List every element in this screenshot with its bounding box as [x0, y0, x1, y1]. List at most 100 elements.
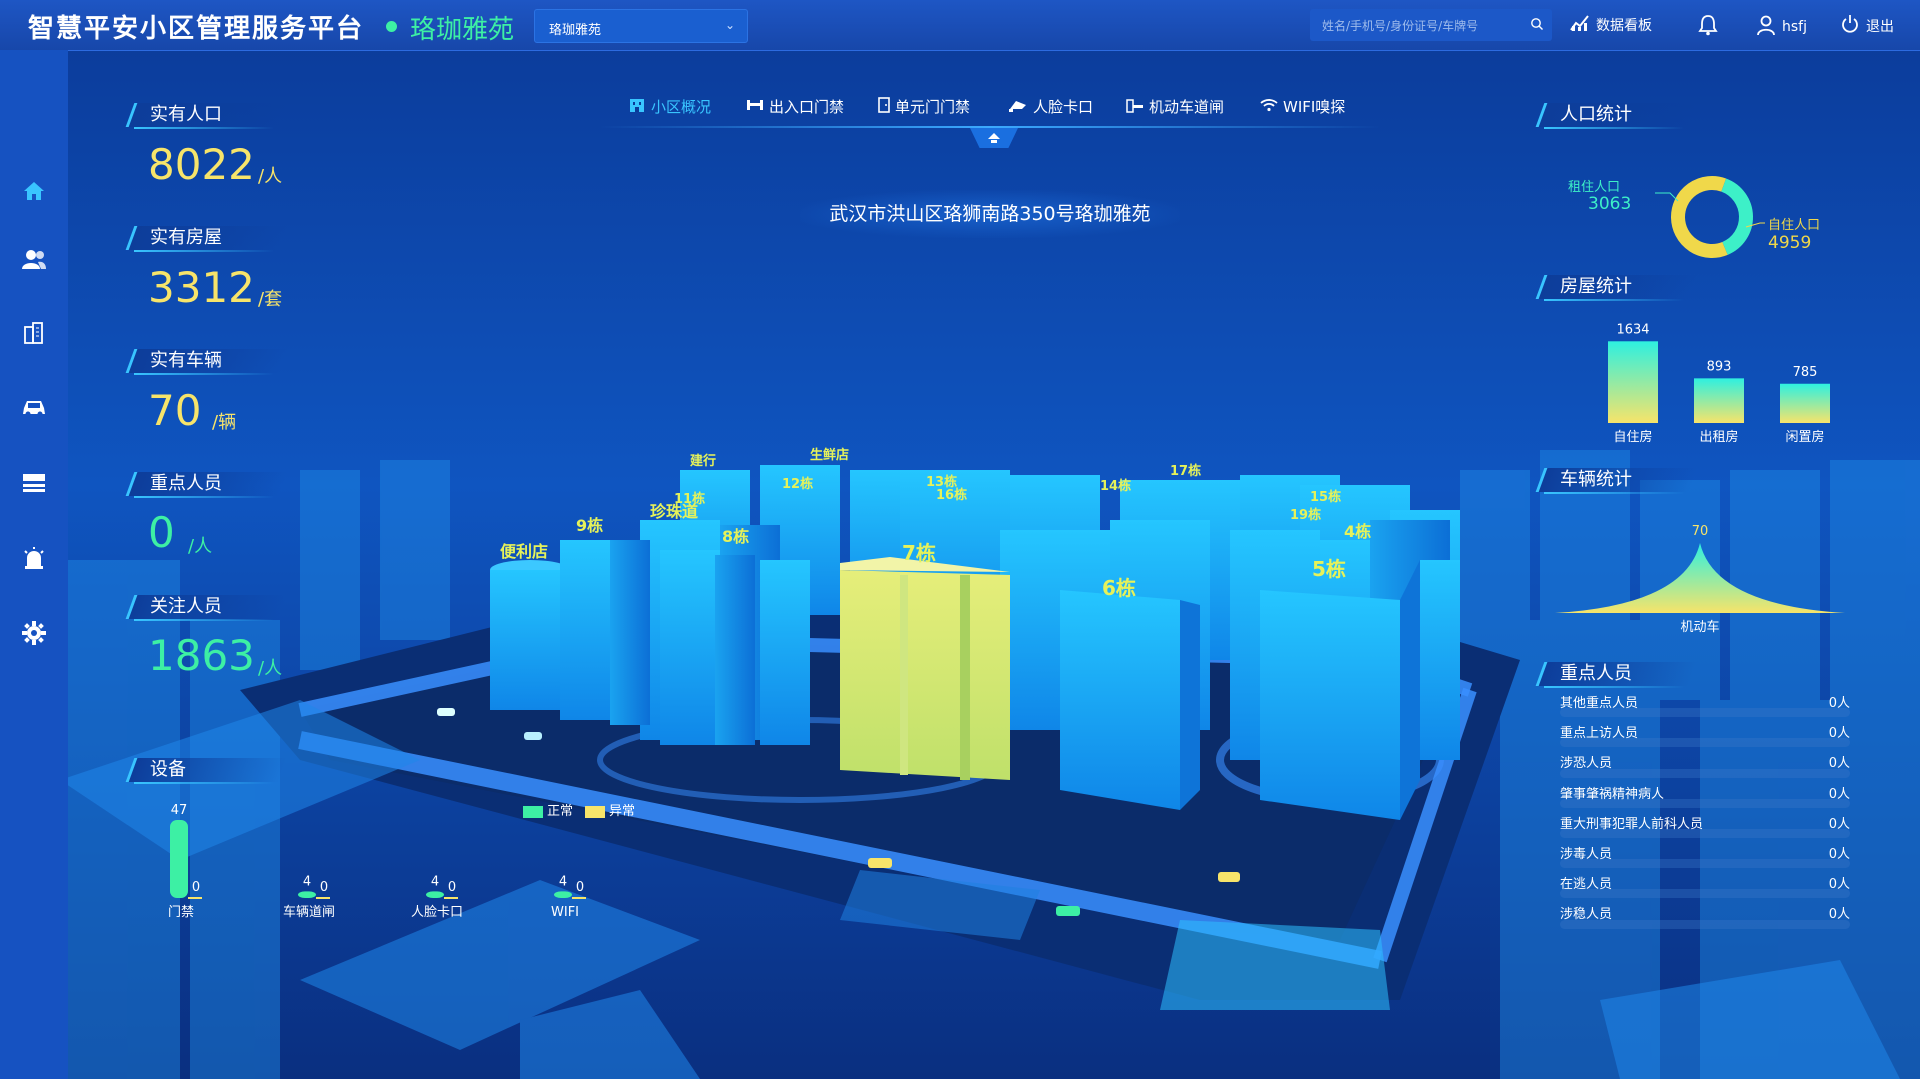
list-item[interactable]: 涉稳人员 0人 — [1554, 901, 1850, 931]
building-label[interactable]: 15栋 — [1310, 486, 1341, 505]
devices-title: 设备 — [130, 758, 274, 784]
device-bar-abnormal — [188, 897, 202, 899]
tab-wifi-sniff-label: WIFI嗅探 — [1283, 98, 1346, 116]
stat-value-population: 8022 — [148, 140, 255, 189]
list-item[interactable]: 涉恐人员 0人 — [1554, 750, 1850, 780]
tab-overview[interactable]: 小区概况 — [628, 96, 711, 117]
tab-face-checkpoint[interactable]: 人脸卡口 — [1008, 96, 1093, 117]
building-label[interactable]: 5栋 — [1312, 553, 1346, 582]
search-input[interactable] — [1320, 15, 1524, 37]
population-donut-chart: 租住人口3063 自住人口4959 — [1568, 176, 1820, 258]
device-normal-value: 4 — [431, 874, 439, 889]
list-icon — [22, 473, 46, 497]
user-menu[interactable]: hsfj — [1756, 14, 1807, 40]
device-abnormal-value: 0 — [448, 880, 456, 895]
area-value-label: 70 — [1692, 524, 1709, 539]
top-bar: 智慧平安小区管理服务平台 珞珈雅苑 珞珈雅苑 ⌄ 数据看板 hsfj 退出 — [0, 0, 1920, 51]
list-item[interactable]: 重点上访人员 0人 — [1554, 720, 1850, 750]
key-persons-title: 重点人员 — [1540, 662, 1684, 688]
list-item[interactable]: 其他重点人员 0人 — [1554, 690, 1850, 720]
tab-entrance-gate[interactable]: 出入口门禁 — [746, 96, 844, 117]
device-bar-abnormal — [316, 897, 330, 899]
sidebar-item-home[interactable] — [19, 178, 49, 208]
list-item[interactable]: 肇事肇祸精神病人 0人 — [1554, 781, 1850, 811]
key-person-bar — [1560, 919, 1850, 929]
building-label[interactable]: 8栋 — [722, 523, 749, 547]
key-persons-list: 其他重点人员 0人 重点上访人员 0人 涉恐人员 0人 肇事肇祸精神病人 0人 重大刑事… — [1554, 690, 1850, 932]
key-person-bar — [1560, 889, 1850, 899]
site-select-value: 珞珈雅苑 — [549, 23, 602, 38]
building-label[interactable]: 16栋 — [936, 484, 967, 503]
sidebar-item-vehicle[interactable] — [19, 395, 49, 425]
device-bar-normal — [554, 891, 572, 898]
pie-value: 4959 — [1768, 233, 1811, 253]
tab-wifi-sniff[interactable]: WIFI嗅探 — [1260, 96, 1345, 117]
stat-label-watched-persons: 关注人员 — [130, 595, 274, 621]
device-normal-value: 4 — [303, 874, 311, 889]
building-label[interactable]: 6栋 — [1102, 572, 1136, 601]
bar-category-label: 出租房 — [1699, 429, 1738, 445]
device-normal-value: 4 — [559, 874, 567, 889]
device-bar-abnormal — [444, 897, 458, 899]
stat-value-housing: 3312 — [148, 263, 255, 312]
stat-label-vehicles: 实有车辆 — [130, 349, 274, 375]
car-icon — [21, 398, 47, 422]
key-person-bar — [1560, 828, 1850, 838]
sidebar-item-list[interactable] — [19, 470, 49, 500]
list-item[interactable]: 在逃人员 0人 — [1554, 871, 1850, 901]
list-item[interactable]: 重大刑事犯罪人前科人员 0人 — [1554, 811, 1850, 841]
alarm-icon — [22, 546, 46, 574]
sidebar-item-settings[interactable] — [19, 620, 49, 650]
population-title: 人口统计 — [1540, 103, 1684, 129]
building-icon — [22, 321, 46, 349]
building-label[interactable]: 生鲜店 — [810, 444, 849, 463]
logout-button[interactable]: 退出 — [1840, 14, 1894, 38]
stat-label-population: 实有人口 — [130, 103, 274, 129]
chevron-down-icon: ⌄ — [724, 18, 735, 32]
pie-slice — [1720, 178, 1753, 255]
bar-value-label: 893 — [1707, 359, 1732, 374]
search-box — [1310, 9, 1552, 41]
building-label[interactable]: 建行 — [690, 450, 716, 469]
bar-category-label: 闲置房 — [1785, 429, 1824, 445]
device-bar-normal — [170, 820, 188, 898]
notification-button[interactable] — [1698, 14, 1718, 40]
building-label[interactable]: 11栋 — [674, 488, 705, 507]
stat-unit-population: /人 — [258, 166, 283, 187]
housing-bar-chart: 1634 自住房 893 出租房 785 闲置房 — [1608, 322, 1830, 445]
tab-unit-door[interactable]: 单元门门禁 — [878, 96, 970, 117]
address-label: 武汉市洪山区珞狮南路350号珞珈雅苑 — [800, 190, 1180, 238]
bar — [1780, 383, 1830, 423]
search-icon[interactable] — [1530, 16, 1544, 35]
tab-vehicle-barrier-label: 机动车道闸 — [1149, 98, 1225, 116]
building-label[interactable]: 9栋 — [576, 512, 603, 536]
devices-chart: 470门禁4 0车辆道闸4 0人脸卡口4 0WIFI — [168, 803, 586, 920]
key-person-bar — [1560, 708, 1850, 718]
device-name-label: 门禁 — [168, 905, 194, 920]
sidebar-item-alarm[interactable] — [19, 545, 49, 575]
sidebar-item-people[interactable] — [19, 246, 49, 276]
key-person-bar — [1560, 768, 1850, 778]
key-person-bar — [1560, 738, 1850, 748]
site-select[interactable]: 珞珈雅苑 ⌄ — [534, 9, 748, 43]
building-label[interactable]: 19栋 — [1290, 504, 1321, 523]
building-label[interactable]: 12栋 — [782, 473, 813, 492]
list-item[interactable]: 涉毒人员 0人 — [1554, 841, 1850, 871]
area-peak — [1555, 543, 1845, 613]
chart-icon — [1570, 14, 1590, 36]
building-label[interactable]: 17栋 — [1170, 460, 1201, 479]
tab-unit-door-label: 单元门门禁 — [895, 98, 971, 116]
stat-unit-housing: /套 — [258, 289, 283, 310]
stat-value-vehicles: 70 — [148, 386, 202, 435]
bar-value-label: 1634 — [1616, 322, 1649, 337]
building-label[interactable]: 14栋 — [1100, 475, 1131, 494]
nav-underline — [600, 126, 1380, 128]
stat-value-watched-persons: 1863 — [148, 631, 255, 680]
tab-overview-label: 小区概况 — [651, 98, 712, 116]
building-label[interactable]: 便利店 — [500, 538, 548, 562]
dashboard-button[interactable]: 数据看板 — [1570, 14, 1652, 36]
building-label[interactable]: 7栋 — [902, 537, 936, 566]
tab-vehicle-barrier[interactable]: 机动车道闸 — [1126, 96, 1224, 117]
sidebar-item-building[interactable] — [19, 320, 49, 350]
building-label[interactable]: 4栋 — [1344, 518, 1371, 542]
